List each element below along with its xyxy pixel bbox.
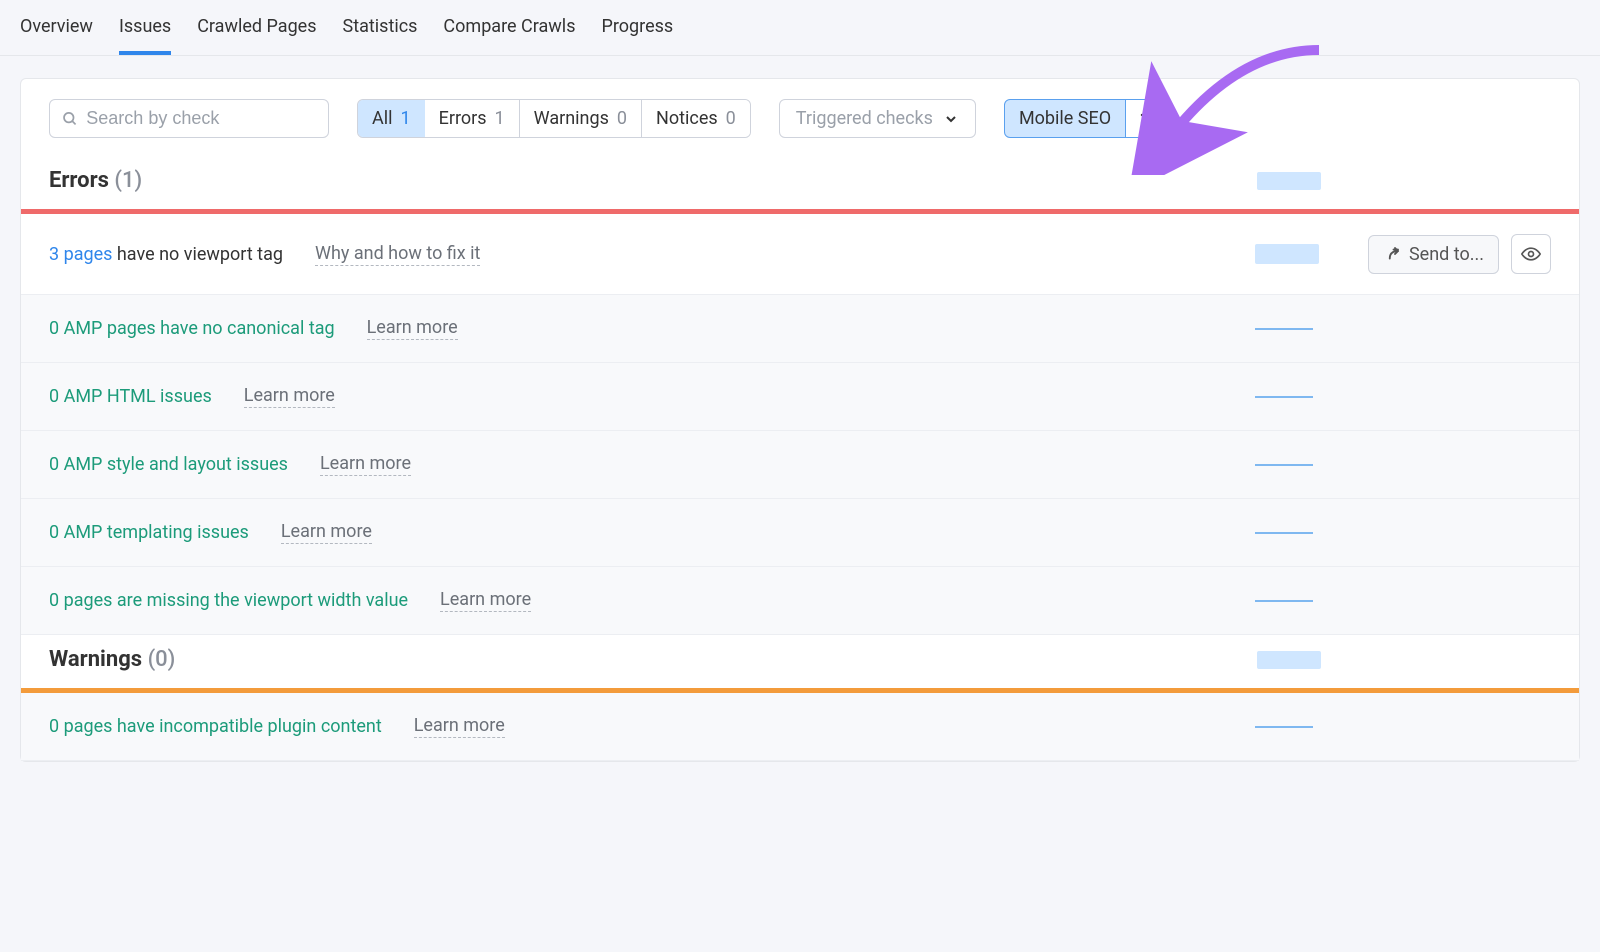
- issue-row: 0 AMP style and layout issues Learn more: [21, 431, 1579, 499]
- nav-tab-issues[interactable]: Issues: [119, 8, 171, 55]
- learn-more-link[interactable]: Learn more: [414, 715, 505, 738]
- trend-sparkline: [1255, 532, 1319, 534]
- issues-panel: All 1 Errors 1 Warnings 0 Notices 0 Triggered c…: [20, 78, 1580, 762]
- trend-sparkline: [1255, 328, 1319, 330]
- trend-sparkline: [1255, 464, 1319, 466]
- issue-text: 0 AMP templating issues: [49, 522, 249, 543]
- view-button[interactable]: [1511, 234, 1551, 274]
- filter-label: Notices: [656, 108, 718, 129]
- nav-tab-progress[interactable]: Progress: [601, 8, 673, 55]
- sparkline-placeholder: [1257, 651, 1321, 669]
- trend-sparkline: [1255, 726, 1319, 728]
- search-input[interactable]: [86, 108, 316, 129]
- filter-warnings[interactable]: Warnings 0: [520, 100, 642, 137]
- dropdown-label: Triggered checks: [796, 108, 933, 129]
- sparkline-placeholder: [1257, 172, 1321, 190]
- share-arrow-icon: [1383, 245, 1401, 263]
- learn-more-link[interactable]: Learn more: [320, 453, 411, 476]
- section-header-warnings: Warnings (0): [21, 635, 1579, 688]
- issue-row: 0 AMP HTML issues Learn more: [21, 363, 1579, 431]
- learn-more-link[interactable]: Learn more: [244, 385, 335, 408]
- filter-errors[interactable]: Errors 1: [425, 100, 520, 137]
- filter-chip-mobile-seo: Mobile SEO: [1004, 99, 1167, 138]
- issue-row: 0 pages are missing the viewport width v…: [21, 567, 1579, 635]
- filter-label: Errors: [439, 108, 487, 129]
- issue-text: 0 AMP HTML issues: [49, 386, 212, 407]
- nav-tab-statistics[interactable]: Statistics: [343, 8, 418, 55]
- issue-row: 0 AMP templating issues Learn more: [21, 499, 1579, 567]
- filter-count: 1: [495, 108, 505, 129]
- learn-more-link[interactable]: Learn more: [440, 589, 531, 612]
- issue-text[interactable]: 3 pages have no viewport tag: [49, 244, 283, 265]
- row-actions: Send to...: [1351, 234, 1551, 274]
- filter-count: 0: [726, 108, 736, 129]
- triggered-checks-dropdown[interactable]: Triggered checks: [779, 99, 976, 138]
- chevron-down-icon: [943, 111, 959, 127]
- eye-icon: [1521, 244, 1541, 264]
- section-title: Warnings (0): [49, 647, 175, 672]
- trend-sparkline: [1255, 600, 1319, 602]
- search-input-wrap[interactable]: [49, 99, 329, 138]
- issue-text: 0 pages have incompatible plugin content: [49, 716, 382, 737]
- issue-row: 0 pages have incompatible plugin content…: [21, 693, 1579, 761]
- chip-remove-button[interactable]: [1125, 100, 1166, 137]
- learn-more-link[interactable]: Learn more: [281, 521, 372, 544]
- search-icon: [62, 110, 78, 128]
- filter-count: 0: [617, 108, 627, 129]
- filter-label: All: [372, 108, 393, 129]
- nav-tab-overview[interactable]: Overview: [20, 8, 93, 55]
- issue-text: 0 AMP style and layout issues: [49, 454, 288, 475]
- trend-sparkline: [1255, 396, 1319, 398]
- issue-row: 0 AMP pages have no canonical tag Learn m…: [21, 295, 1579, 363]
- section-title: Errors (1): [49, 168, 142, 193]
- issue-link[interactable]: 3 pages: [49, 244, 112, 265]
- toolbar: All 1 Errors 1 Warnings 0 Notices 0 Triggered c…: [21, 79, 1579, 156]
- filter-notices[interactable]: Notices 0: [642, 100, 750, 137]
- learn-more-link[interactable]: Why and how to fix it: [315, 243, 480, 266]
- filter-count: 1: [401, 108, 411, 129]
- chip-label: Mobile SEO: [1005, 100, 1125, 137]
- learn-more-link[interactable]: Learn more: [367, 317, 458, 340]
- issue-text: 0 pages are missing the viewport width v…: [49, 590, 408, 611]
- send-to-button[interactable]: Send to...: [1368, 235, 1499, 274]
- nav-tab-compare-crawls[interactable]: Compare Crawls: [443, 8, 575, 55]
- trend-sparkline: [1255, 244, 1319, 264]
- issue-row: 3 pages have no viewport tag Why and how …: [21, 214, 1579, 295]
- top-nav: Overview Issues Crawled Pages Statistics Com…: [0, 0, 1600, 56]
- filter-label: Warnings: [534, 108, 609, 129]
- close-icon: [1138, 111, 1154, 127]
- filter-all[interactable]: All 1: [357, 99, 426, 138]
- issue-text: 0 AMP pages have no canonical tag: [49, 318, 335, 339]
- filter-segmented: All 1 Errors 1 Warnings 0 Notices 0: [357, 99, 751, 138]
- section-header-errors: Errors (1): [21, 156, 1579, 209]
- nav-tab-crawled-pages[interactable]: Crawled Pages: [197, 8, 316, 55]
